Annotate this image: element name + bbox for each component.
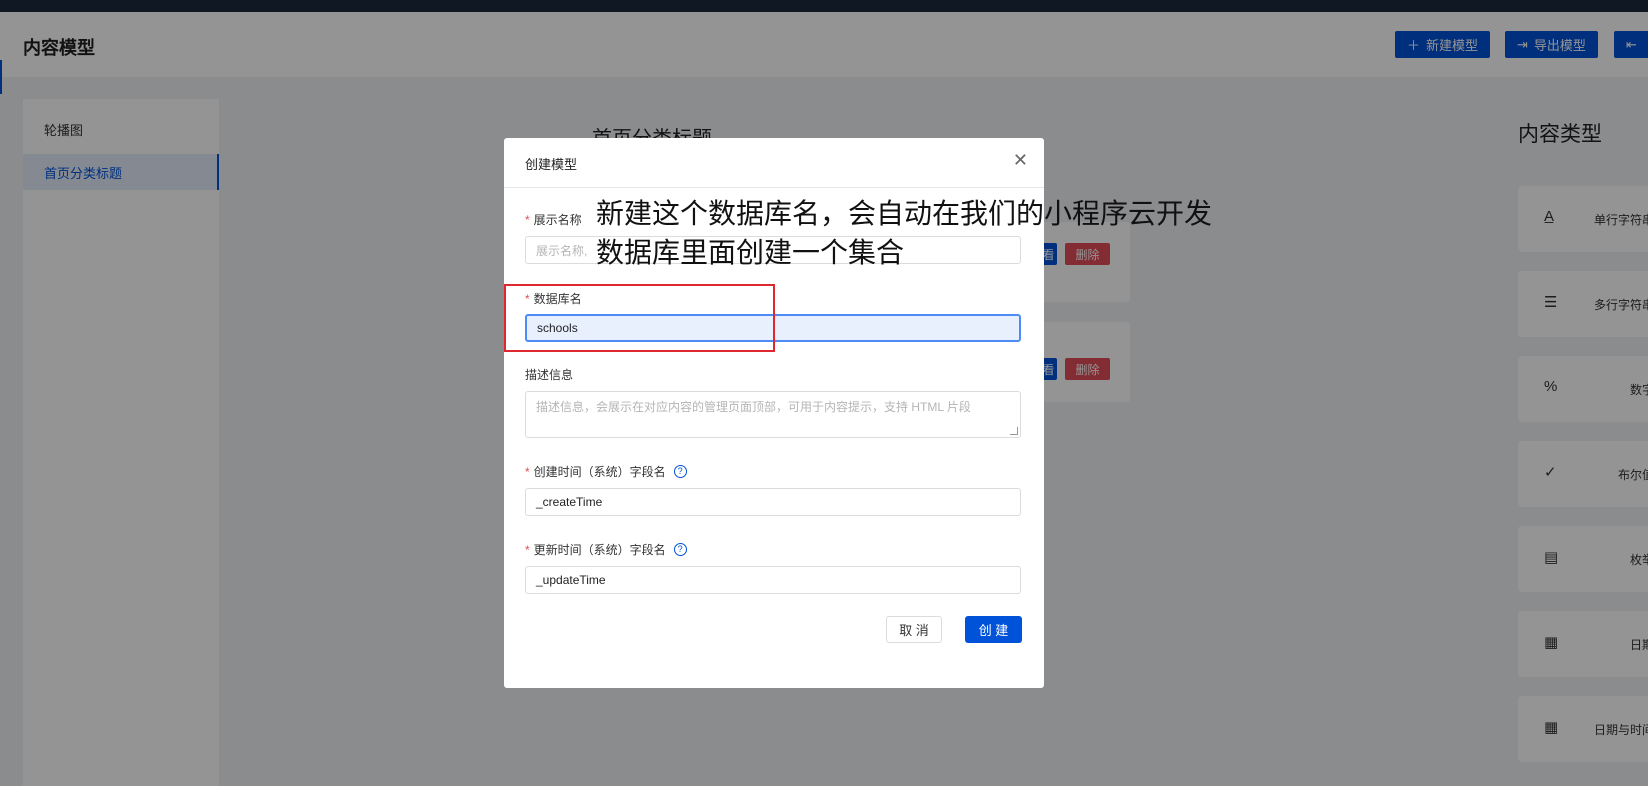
- create-time-label-text: 创建时间（系统）字段名: [533, 465, 666, 479]
- display-name-label-text: 展示名称: [533, 213, 582, 227]
- required-mark: *: [525, 542, 530, 557]
- annotation-text: 新建这个数据库名，会自动在我们的小程序云开发 数据库里面创建一个集合: [596, 194, 1212, 272]
- update-time-label: * 更新时间（系统）字段名 ?: [525, 541, 687, 558]
- help-icon[interactable]: ?: [673, 465, 687, 478]
- dialog-title: 创建模型: [525, 157, 578, 172]
- update-time-input[interactable]: _updateTime: [525, 566, 1021, 594]
- cancel-button[interactable]: 取 消: [886, 616, 942, 643]
- annotation-line-1: 新建这个数据库名，会自动在我们的小程序云开发: [596, 198, 1213, 229]
- create-time-label: * 创建时间（系统）字段名 ?: [525, 463, 687, 480]
- annotation-line-2: 数据库里面创建一个集合: [596, 237, 905, 268]
- description-placeholder: 描述信息，会展示在对应内容的管理页面顶部，可用于内容提示，支持 HTML 片段: [536, 400, 971, 414]
- required-mark: *: [525, 464, 530, 479]
- create-button[interactable]: 创 建: [965, 616, 1022, 643]
- close-icon[interactable]: ✕: [1013, 150, 1028, 171]
- help-icon[interactable]: ?: [673, 543, 687, 556]
- update-time-label-text: 更新时间（系统）字段名: [533, 543, 666, 557]
- highlight-box: [504, 284, 775, 352]
- dialog-header: 创建模型 ✕: [504, 138, 1044, 188]
- display-name-label: * 展示名称: [525, 211, 582, 228]
- required-mark: *: [525, 212, 530, 227]
- description-label: 描述信息: [525, 368, 574, 382]
- description-textarea[interactable]: 描述信息，会展示在对应内容的管理页面顶部，可用于内容提示，支持 HTML 片段: [525, 391, 1021, 438]
- create-time-input[interactable]: _createTime: [525, 488, 1021, 516]
- resize-handle[interactable]: [1010, 427, 1018, 435]
